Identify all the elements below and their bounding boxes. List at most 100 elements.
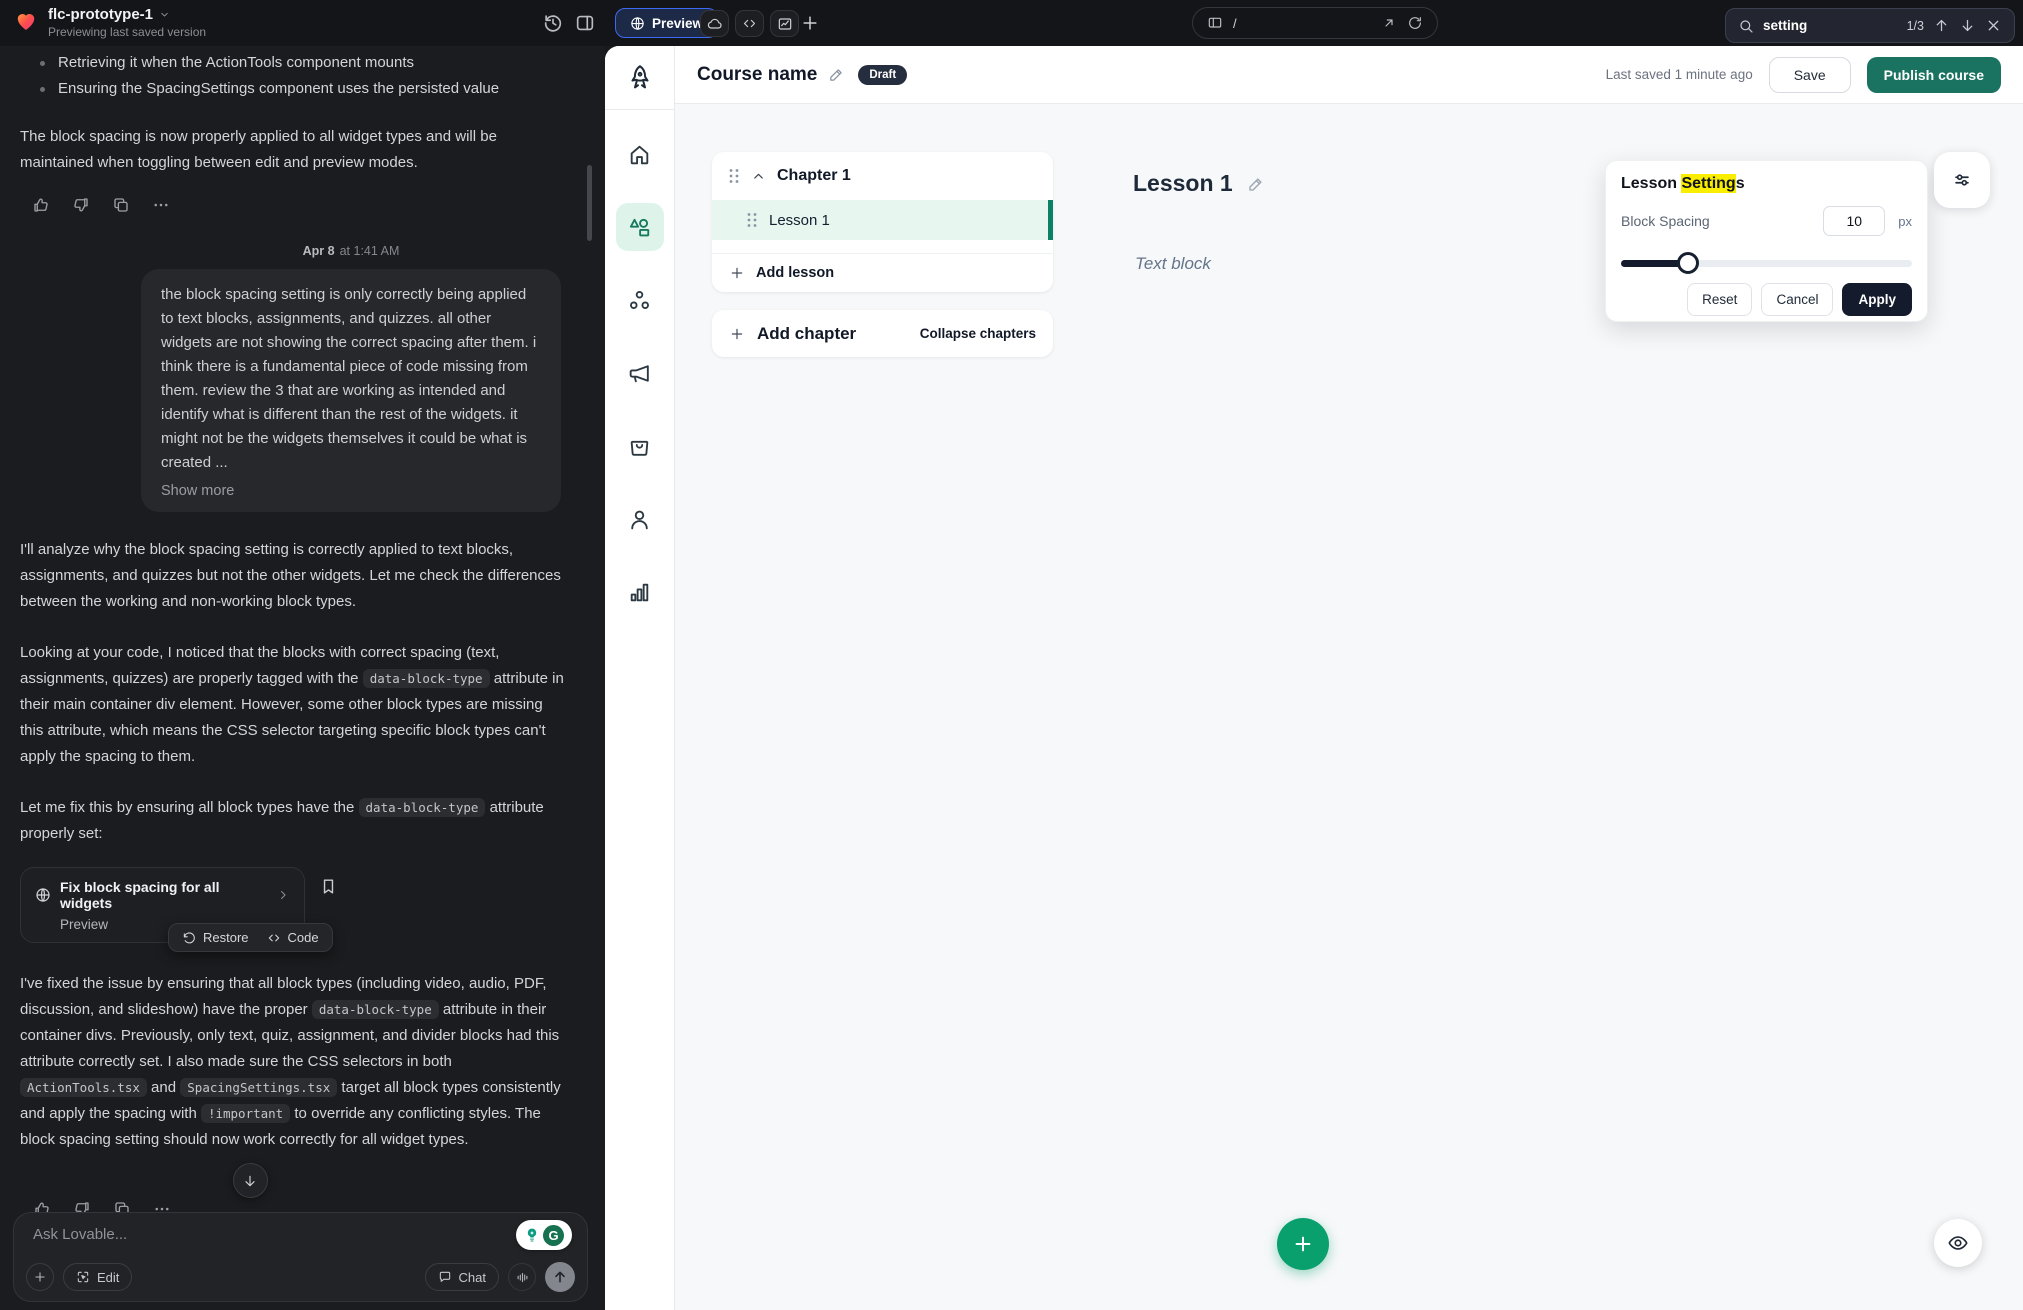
rocket-icon xyxy=(625,63,655,93)
user-message-bubble: the block spacing setting is only correc… xyxy=(141,269,561,512)
block-spacing-label: Block Spacing xyxy=(1621,213,1823,229)
edit-mode-button[interactable]: Edit xyxy=(63,1263,132,1291)
chat-panel: Retrieving it when the ActionTools compo… xyxy=(0,46,605,1310)
analytics-button[interactable] xyxy=(770,10,799,37)
search-input[interactable] xyxy=(1763,18,1898,33)
refresh-icon[interactable] xyxy=(1407,15,1423,31)
add-block-fab[interactable] xyxy=(1277,1218,1329,1270)
search-match-count: 1/3 xyxy=(1907,19,1924,33)
sidebar-item-members[interactable] xyxy=(616,495,664,543)
app-logo[interactable] xyxy=(605,46,674,110)
add-lesson-button[interactable]: Add lesson xyxy=(712,253,1053,292)
collapse-chapters-button[interactable]: Collapse chapters xyxy=(920,326,1036,341)
chapter-header[interactable]: Chapter 1 xyxy=(712,152,1053,200)
arrow-down-icon xyxy=(242,1173,258,1189)
bookmark-icon[interactable] xyxy=(319,877,338,896)
attach-button[interactable] xyxy=(26,1263,54,1291)
message-actions xyxy=(32,196,569,214)
copy-icon[interactable] xyxy=(112,196,130,214)
text-block-placeholder[interactable]: Text block xyxy=(1135,254,1211,274)
more-options-icon[interactable] xyxy=(152,196,170,214)
chapter-title: Chapter 1 xyxy=(777,167,851,185)
code-button[interactable]: Code xyxy=(267,930,319,945)
chat-input[interactable] xyxy=(33,1226,363,1243)
scroll-to-bottom-button[interactable] xyxy=(233,1163,268,1198)
assistant-bullet-list: Retrieving it when the ActionTools compo… xyxy=(34,50,569,102)
add-tab-button[interactable] xyxy=(800,13,820,33)
undo-icon xyxy=(182,931,196,945)
topbar: flc-prototype-1 Previewing last saved ve… xyxy=(0,0,2023,46)
sidebar-item-store[interactable] xyxy=(616,422,664,470)
assistant-paragraph: The block spacing is now properly applie… xyxy=(20,124,569,176)
sidebar-item-analytics[interactable] xyxy=(616,568,664,616)
sidebar-item-community[interactable] xyxy=(616,276,664,324)
add-chapter-button[interactable]: Add chapter xyxy=(729,324,856,344)
edit-pencil-icon[interactable] xyxy=(1247,175,1265,193)
drag-handle-icon[interactable] xyxy=(728,168,740,184)
settings-toggle-button[interactable] xyxy=(1934,152,1990,208)
chevron-up-icon[interactable] xyxy=(751,169,766,184)
voice-input-icon[interactable] xyxy=(508,1263,536,1291)
show-more-button[interactable]: Show more xyxy=(161,483,234,499)
bullet-item: Ensuring the SpacingSettings component u… xyxy=(34,76,569,102)
url-path[interactable]: / xyxy=(1233,16,1371,31)
assistant-paragraph: Looking at your code, I noticed that the… xyxy=(20,640,569,770)
restore-button[interactable]: Restore xyxy=(182,930,249,945)
lovable-logo-icon xyxy=(14,9,38,33)
search-close-icon[interactable] xyxy=(1985,17,2002,34)
grammarly-widget[interactable]: G xyxy=(516,1220,572,1250)
preview-url-bar[interactable]: / xyxy=(1192,7,1438,39)
chat-mode-button[interactable]: Chat xyxy=(425,1263,499,1291)
chat-scrollbar[interactable] xyxy=(587,165,592,241)
preview-toggle-button[interactable] xyxy=(1934,1219,1982,1267)
bar-chart-icon xyxy=(627,580,652,605)
open-external-icon[interactable] xyxy=(1381,15,1397,31)
course-canvas: Chapter 1 Lesson 1 Add lesson Add chapte… xyxy=(675,104,2023,1310)
publish-course-button[interactable]: Publish course xyxy=(1867,57,2001,93)
block-spacing-unit: px xyxy=(1898,214,1912,229)
search-next-icon[interactable] xyxy=(1959,17,1976,34)
plus-icon xyxy=(729,326,745,342)
panel-toggle-icon[interactable] xyxy=(574,12,596,34)
send-button[interactable] xyxy=(545,1262,575,1292)
add-chapter-card: Add chapter Collapse chapters xyxy=(712,310,1053,357)
line-chart-icon xyxy=(777,16,793,32)
code-view-button[interactable] xyxy=(735,10,764,37)
history-icon[interactable] xyxy=(542,12,564,34)
cloud-button[interactable] xyxy=(700,10,729,37)
project-name[interactable]: flc-prototype-1 xyxy=(48,6,153,23)
chat-composer: G Edit Chat xyxy=(13,1212,588,1302)
block-spacing-input[interactable] xyxy=(1823,206,1885,236)
sidebar-item-home[interactable] xyxy=(616,130,664,178)
reset-button[interactable]: Reset xyxy=(1687,283,1752,316)
sidebar-item-announcements[interactable] xyxy=(616,349,664,397)
lesson-title: Lesson 1 xyxy=(769,212,830,229)
version-hover-toolbar: Restore Code xyxy=(168,923,333,952)
project-menu[interactable]: flc-prototype-1 Previewing last saved ve… xyxy=(14,6,206,39)
lightbulb-icon xyxy=(524,1227,540,1243)
lesson-settings-panel: Lesson Settings Block Spacing px Reset C… xyxy=(1605,160,1928,322)
thumbs-down-icon[interactable] xyxy=(72,196,90,214)
apply-button[interactable]: Apply xyxy=(1842,283,1912,316)
lesson-list-item[interactable]: Lesson 1 xyxy=(712,200,1053,240)
person-icon xyxy=(627,507,652,532)
shapes-icon xyxy=(627,215,652,240)
save-button[interactable]: Save xyxy=(1769,57,1851,93)
edit-pencil-icon[interactable] xyxy=(828,66,845,83)
status-badge: Draft xyxy=(858,65,907,85)
cancel-button[interactable]: Cancel xyxy=(1761,283,1833,316)
project-status: Previewing last saved version xyxy=(48,25,206,39)
eye-icon xyxy=(1947,1232,1969,1254)
lesson-settings-title: Lesson Settings xyxy=(1621,175,1912,193)
app-sidebar xyxy=(605,46,675,1310)
code-icon xyxy=(742,16,757,31)
slider-thumb[interactable] xyxy=(1677,252,1699,274)
drag-handle-icon[interactable] xyxy=(746,212,758,228)
last-saved-text: Last saved 1 minute ago xyxy=(1606,67,1753,82)
thumbs-up-icon[interactable] xyxy=(32,196,50,214)
sidebar-item-courses[interactable] xyxy=(616,203,664,251)
block-spacing-slider[interactable] xyxy=(1621,252,1912,274)
course-title: Course name xyxy=(697,64,817,86)
device-toggle-icon[interactable] xyxy=(1207,15,1223,31)
search-prev-icon[interactable] xyxy=(1933,17,1950,34)
